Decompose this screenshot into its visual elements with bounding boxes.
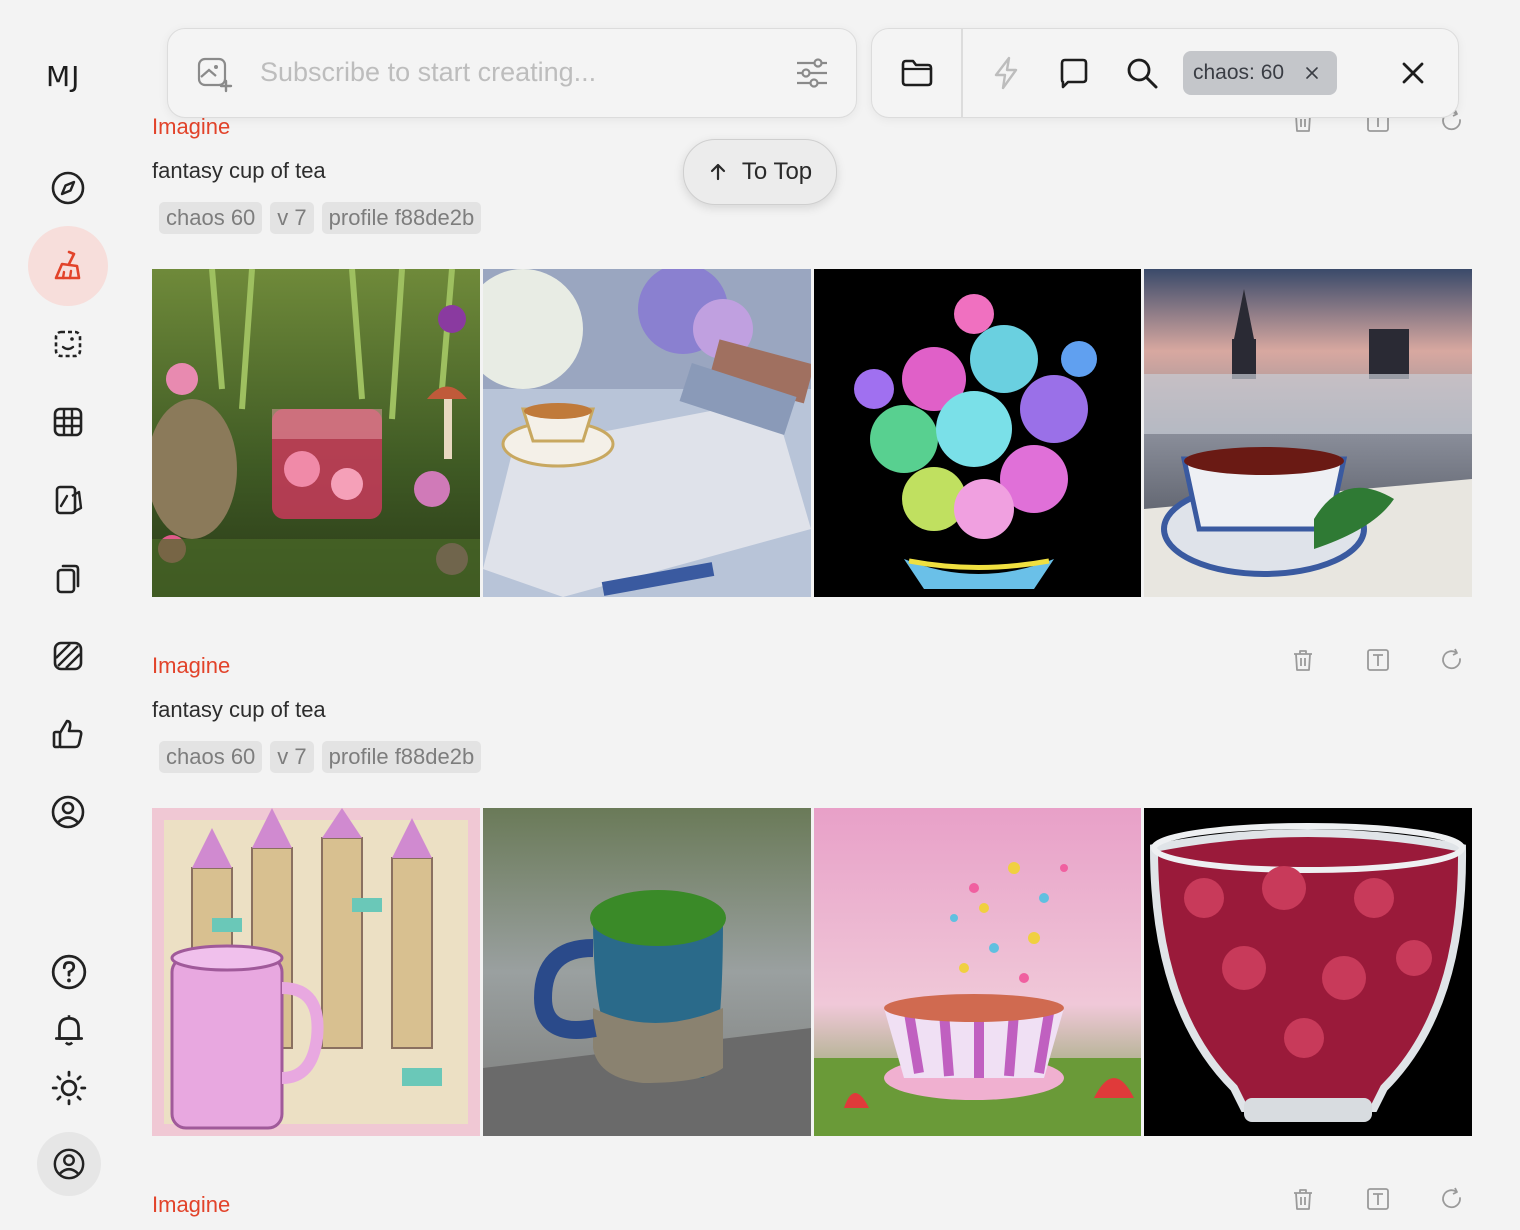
to-top-label: To Top — [741, 158, 813, 185]
filter-chip[interactable]: chaos: 60 — [1183, 51, 1337, 95]
image-grid — [152, 808, 1472, 1136]
chip-close-icon[interactable] — [1304, 65, 1320, 81]
edit-nav[interactable] — [28, 304, 108, 384]
image-tile[interactable] — [1144, 269, 1472, 597]
image-grid — [152, 269, 1472, 597]
trash-icon[interactable] — [1290, 647, 1316, 673]
user-circle-icon — [51, 795, 85, 829]
image-tile[interactable] — [482, 808, 811, 1136]
search-icon[interactable] — [1124, 55, 1160, 91]
job-prompt[interactable]: fantasy cup of tea — [152, 158, 326, 184]
image-tile[interactable] — [152, 808, 480, 1136]
filter-toolbar: chaos: 60 — [871, 28, 1459, 118]
job-actions — [1282, 1186, 1472, 1216]
copy-icon — [56, 564, 80, 594]
personalize-nav[interactable] — [28, 460, 108, 540]
thumbs-up-icon — [52, 719, 83, 749]
job-tags: chaos 60 v 7 profile f88de2b — [159, 741, 482, 773]
moodboards-nav[interactable] — [28, 616, 108, 696]
tag-profile[interactable]: profile f88de2b — [321, 202, 482, 234]
close-icon[interactable] — [1395, 55, 1431, 91]
refresh-icon[interactable] — [1439, 647, 1465, 673]
folder-icon[interactable] — [899, 55, 935, 91]
settings-sliders-icon[interactable] — [794, 55, 830, 91]
chat-bubble-icon[interactable] — [1056, 55, 1092, 91]
theme-nav[interactable] — [29, 1048, 109, 1128]
prompt-input[interactable]: Subscribe to start creating... — [260, 57, 596, 88]
job-actions — [1282, 647, 1472, 677]
arrow-up-icon — [710, 163, 725, 181]
job-kind: Imagine — [152, 1192, 231, 1217]
text-box-icon[interactable] — [1365, 647, 1391, 673]
grid-icon — [53, 407, 83, 437]
user-circle-icon — [53, 1148, 85, 1180]
image-tile[interactable] — [1144, 808, 1472, 1136]
image-tile[interactable] — [152, 269, 480, 597]
tag-chaos[interactable]: chaos 60 — [159, 741, 263, 773]
profile-button[interactable] — [37, 1132, 101, 1196]
prompt-bar[interactable]: Subscribe to start creating... — [167, 28, 857, 118]
texture-icon — [53, 641, 83, 671]
edit-frame-icon — [54, 330, 82, 358]
tag-version[interactable]: v 7 — [270, 202, 314, 234]
bell-icon — [54, 1015, 84, 1046]
help-icon — [51, 954, 87, 990]
trash-icon[interactable] — [1290, 1186, 1316, 1212]
image-tile[interactable] — [482, 269, 811, 597]
account-nav[interactable] — [28, 772, 108, 852]
job-prompt[interactable]: fantasy cup of tea — [152, 697, 326, 723]
filter-chip-label: chaos: 60 — [1193, 61, 1285, 84]
lightning-icon[interactable] — [988, 55, 1024, 91]
sidebar: MJ — [0, 0, 136, 1230]
organize-nav[interactable] — [28, 382, 108, 462]
collections-nav[interactable] — [28, 538, 108, 618]
tag-chaos[interactable]: chaos 60 — [159, 202, 263, 234]
add-image-icon[interactable] — [196, 55, 234, 93]
create-nav[interactable] — [28, 226, 108, 306]
explore-nav[interactable] — [28, 148, 108, 228]
job-kind: Imagine — [152, 653, 231, 678]
compass-icon — [51, 171, 85, 205]
text-box-icon[interactable] — [1365, 1186, 1391, 1212]
refresh-icon[interactable] — [1439, 1186, 1465, 1212]
brush-icon — [54, 250, 81, 280]
logo[interactable]: MJ — [46, 60, 80, 93]
palette-book-icon — [55, 485, 83, 515]
to-top-button[interactable]: To Top — [683, 139, 837, 205]
image-tile[interactable] — [813, 269, 1142, 597]
tag-version[interactable]: v 7 — [270, 741, 314, 773]
job-tags: chaos 60 v 7 profile f88de2b — [159, 202, 482, 234]
sun-icon — [51, 1070, 87, 1106]
toolbar-divider — [961, 29, 963, 117]
tag-profile[interactable]: profile f88de2b — [321, 741, 482, 773]
rank-nav[interactable] — [28, 694, 108, 774]
image-tile[interactable] — [813, 808, 1142, 1136]
